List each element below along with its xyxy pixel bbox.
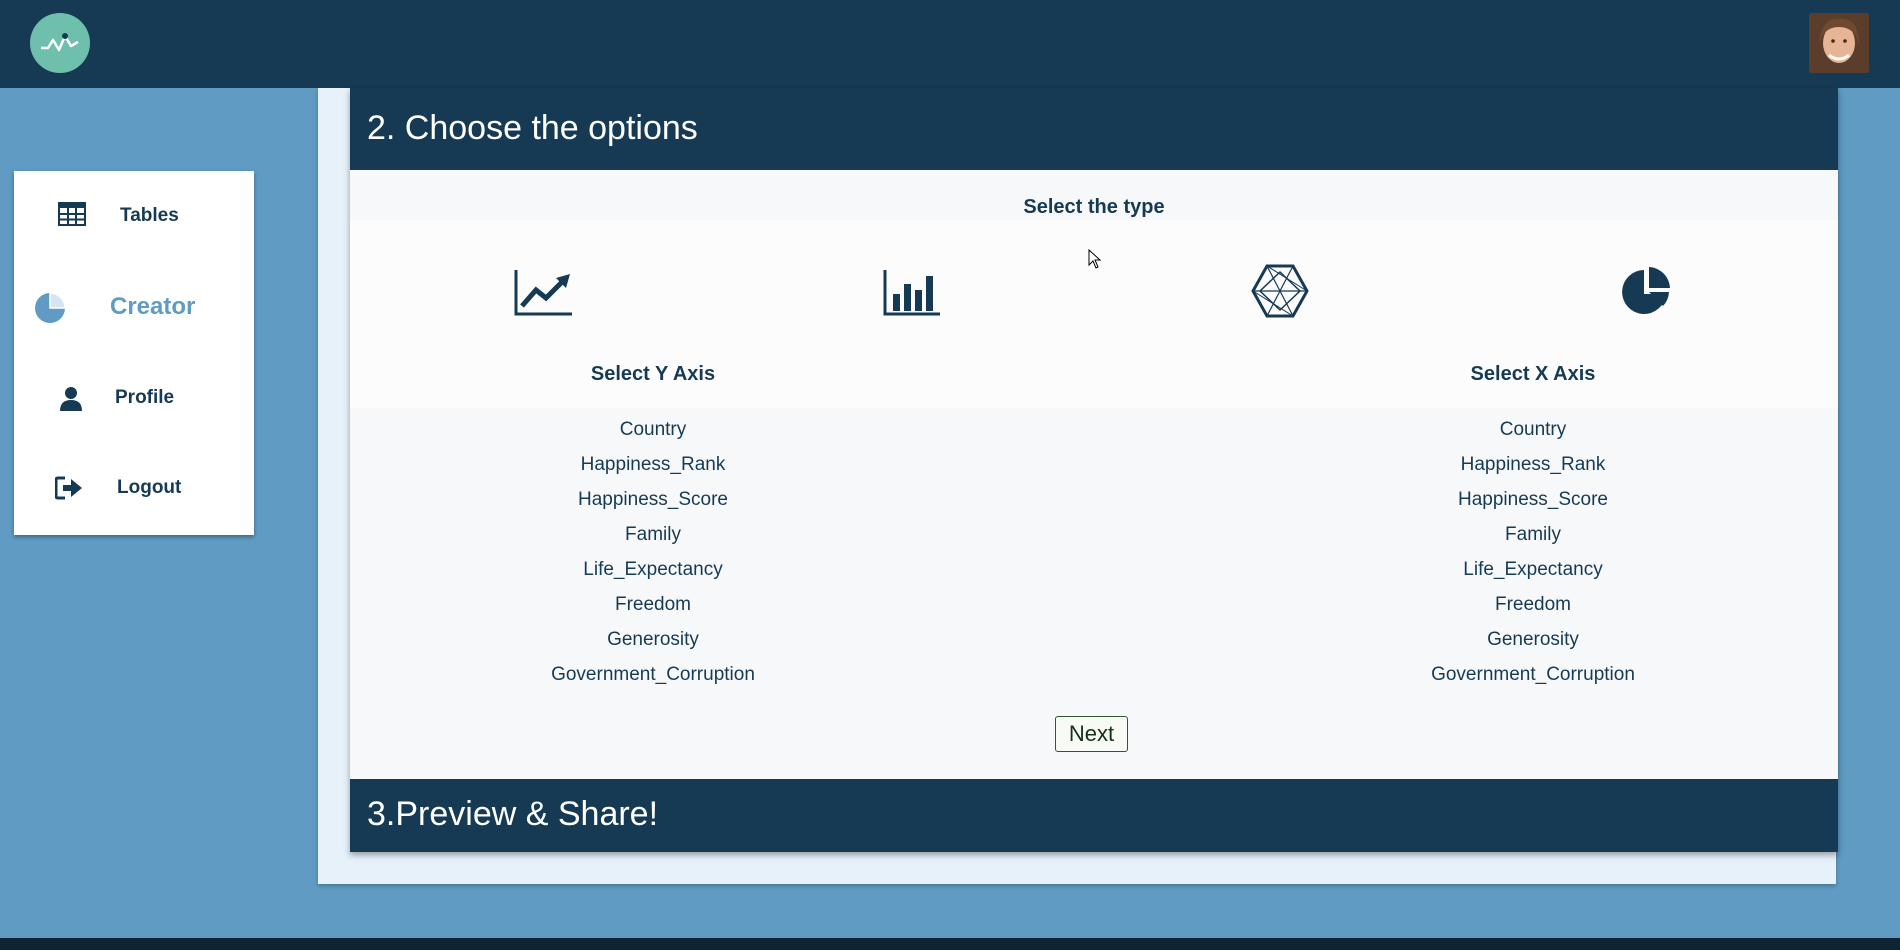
pie-chart-icon (32, 290, 68, 326)
y-axis-option[interactable]: Happiness_Rank (503, 447, 803, 482)
x-axis-option[interactable]: Freedom (1383, 587, 1683, 622)
radar-chart-icon (1251, 264, 1309, 318)
pie-chart-icon (1622, 267, 1670, 314)
step-3-header[interactable]: 3.Preview & Share! (350, 779, 1838, 852)
x-axis-option[interactable]: Government_Corruption (1383, 657, 1683, 692)
sidebar-item-profile[interactable]: Profile (14, 368, 254, 428)
y-axis-title: Select Y Axis (590, 363, 716, 385)
sidebar-item-logout[interactable]: Logout (14, 458, 254, 518)
sidebar-item-label: Profile (115, 387, 175, 408)
mouse-cursor-icon (1088, 249, 1102, 269)
x-axis-title: Select X Axis (1470, 363, 1596, 385)
step-3-title: 3.Preview & Share! (367, 795, 659, 833)
y-axis-option[interactable]: Family (503, 517, 803, 552)
table-icon (58, 202, 86, 226)
bottom-strip (0, 938, 1900, 950)
x-axis-options: Country Happiness_Rank Happiness_Score F… (1383, 412, 1683, 692)
pulse-line-icon (41, 33, 79, 52)
y-axis-options: Country Happiness_Rank Happiness_Score F… (503, 412, 803, 692)
x-axis-option[interactable]: Happiness_Score (1383, 482, 1683, 517)
user-avatar[interactable] (1809, 13, 1869, 73)
line-chart-option[interactable] (514, 268, 574, 321)
step-2-header[interactable]: 2. Choose the options (350, 88, 1838, 170)
y-axis-option[interactable]: Generosity (503, 622, 803, 657)
sidebar-item-creator[interactable]: Creator (14, 277, 254, 337)
x-axis-option[interactable]: Happiness_Rank (1383, 447, 1683, 482)
y-axis-option[interactable]: Freedom (503, 587, 803, 622)
bar-chart-option[interactable] (883, 268, 941, 321)
y-axis-option[interactable]: Happiness_Score (503, 482, 803, 517)
sidebar-item-tables[interactable]: Tables (14, 186, 254, 246)
top-bar (0, 0, 1900, 88)
sidebar-item-label: Creator (110, 293, 196, 320)
bar-chart-icon (883, 270, 940, 316)
select-type-label: Select the type (1023, 196, 1165, 218)
pie-chart-option[interactable] (1620, 266, 1672, 323)
sidebar-item-label: Tables (120, 205, 179, 226)
y-axis-option[interactable]: Life_Expectancy (503, 552, 803, 587)
x-axis-option[interactable]: Life_Expectancy (1383, 552, 1683, 587)
user-avatar-photo (1809, 13, 1869, 73)
line-chart-icon (514, 270, 572, 316)
sidebar: Tables Creator Profile Logout (14, 171, 254, 535)
x-axis-option[interactable]: Country (1383, 412, 1683, 447)
logout-icon (55, 476, 83, 500)
sidebar-item-label: Logout (117, 477, 182, 498)
app-logo[interactable] (30, 13, 90, 73)
x-axis-option[interactable]: Family (1383, 517, 1683, 552)
next-button[interactable]: Next (1055, 716, 1128, 752)
y-axis-option[interactable]: Country (503, 412, 803, 447)
x-axis-option[interactable]: Generosity (1383, 622, 1683, 657)
user-icon (59, 386, 83, 412)
step-2-title: 2. Choose the options (367, 109, 698, 147)
y-axis-option[interactable]: Government_Corruption (503, 657, 803, 692)
radar-chart-option[interactable] (1251, 264, 1309, 323)
